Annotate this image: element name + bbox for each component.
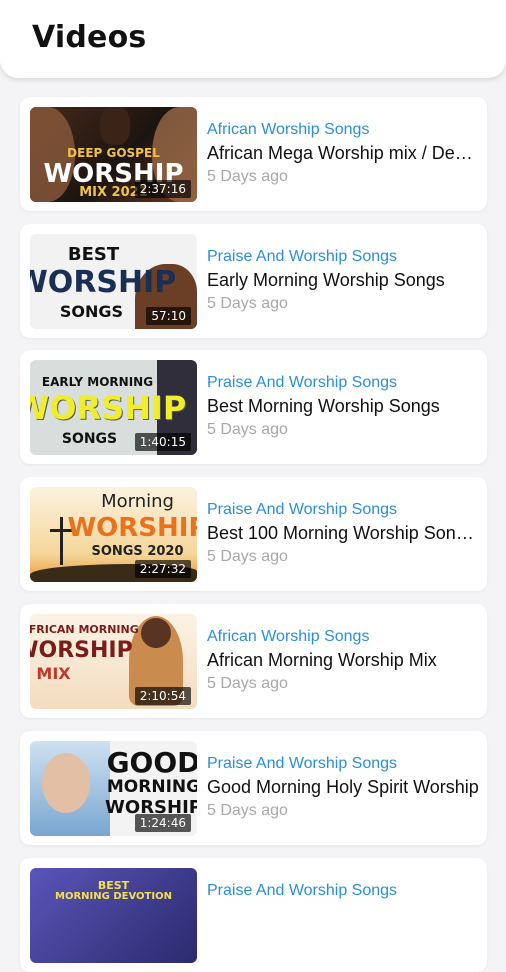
video-card[interactable]: BEST MORNING DEVOTION Praise And Worship…: [20, 858, 487, 972]
thumbnail-text: DEEP GOSPEL: [67, 146, 160, 160]
thumbnail-text: WORSHIP: [67, 513, 197, 543]
video-category[interactable]: Praise And Worship Songs: [207, 882, 479, 900]
video-date: 5 Days ago: [207, 168, 288, 185]
duration-badge: 2:37:16: [134, 180, 191, 198]
video-thumbnail[interactable]: EARLY MORNING WORSHIP SONGS 1:40:15: [30, 360, 197, 455]
thumbnail-text: GOOD: [106, 746, 197, 779]
video-title[interactable]: Early Morning Worship Songs: [207, 270, 479, 291]
video-category[interactable]: Praise And Worship Songs: [207, 501, 479, 519]
video-list: DEEP GOSPEL WORSHIP MIX 2021 2:37:16 Afr…: [0, 0, 506, 972]
video-category[interactable]: Praise And Worship Songs: [207, 374, 479, 392]
duration-badge: 2:27:32: [134, 560, 191, 578]
video-thumbnail[interactable]: AFRICAN MORNING WORSHIP MIX 2:10:54: [30, 614, 197, 709]
video-title[interactable]: Best Morning Worship Songs: [207, 396, 479, 417]
video-card[interactable]: EARLY MORNING WORSHIP SONGS 1:40:15 Prai…: [20, 350, 487, 464]
thumbnail-text: WORSHIP: [30, 389, 187, 427]
video-thumbnail[interactable]: DEEP GOSPEL WORSHIP MIX 2021 2:37:16: [30, 107, 197, 202]
video-card[interactable]: BEST WORSHIP SONGS 57:10 Praise And Wors…: [20, 224, 487, 338]
video-title[interactable]: African Mega Worship mix / Deep Gospel W…: [207, 143, 479, 164]
video-thumbnail[interactable]: BEST MORNING DEVOTION: [30, 868, 197, 963]
thumbnail-text: BEST: [67, 244, 120, 265]
thumbnail-text: BEST: [97, 879, 130, 892]
duration-badge: 1:40:15: [134, 433, 191, 451]
video-category[interactable]: African Worship Songs: [207, 121, 479, 139]
video-date: 5 Days ago: [207, 675, 288, 692]
thumbnail-text: MIX: [36, 664, 71, 683]
video-date: 5 Days ago: [207, 295, 288, 312]
thumbnail-text: WORSHIP: [30, 265, 177, 300]
video-title[interactable]: African Morning Worship Mix: [207, 650, 479, 671]
thumbnail-text: MORNING: [106, 777, 197, 797]
video-category[interactable]: Praise And Worship Songs: [207, 248, 479, 266]
video-title[interactable]: Best 100 Morning Worship Songs 2020: [207, 523, 479, 544]
video-card[interactable]: DEEP GOSPEL WORSHIP MIX 2021 2:37:16 Afr…: [20, 97, 487, 211]
page-title: Videos: [32, 20, 147, 55]
duration-badge: 57:10: [146, 307, 191, 325]
video-card[interactable]: Morning WORSHIP SONGS 2020 2:27:32 Prais…: [20, 477, 487, 591]
duration-badge: 2:10:54: [134, 687, 191, 705]
thumbnail-text: Morning: [101, 491, 174, 512]
thumbnail-text: WORSHIP: [30, 638, 133, 663]
thumbnail-text: EARLY MORNING: [41, 375, 154, 389]
video-card[interactable]: GOOD MORNING WORSHIP 1:24:46 Praise And …: [20, 731, 487, 845]
video-date: 5 Days ago: [207, 802, 288, 819]
app-header: Videos: [0, 0, 506, 78]
video-thumbnail[interactable]: GOOD MORNING WORSHIP 1:24:46: [30, 741, 197, 836]
video-thumbnail[interactable]: BEST WORSHIP SONGS 57:10: [30, 234, 197, 329]
video-category[interactable]: Praise And Worship Songs: [207, 755, 479, 773]
video-category[interactable]: African Worship Songs: [207, 628, 479, 646]
video-title[interactable]: Good Morning Holy Spirit Worship: [207, 777, 479, 798]
video-date: 5 Days ago: [207, 421, 288, 438]
thumbnail-text: MORNING DEVOTION: [55, 891, 172, 902]
thumbnail-text: SONGS 2020: [91, 544, 184, 559]
thumbnail-text: AFRICAN MORNING: [30, 623, 139, 636]
video-card[interactable]: AFRICAN MORNING WORSHIP MIX 2:10:54 Afri…: [20, 604, 487, 718]
video-thumbnail[interactable]: Morning WORSHIP SONGS 2020 2:27:32: [30, 487, 197, 582]
duration-badge: 1:24:46: [134, 814, 191, 832]
video-date: 5 Days ago: [207, 548, 288, 565]
